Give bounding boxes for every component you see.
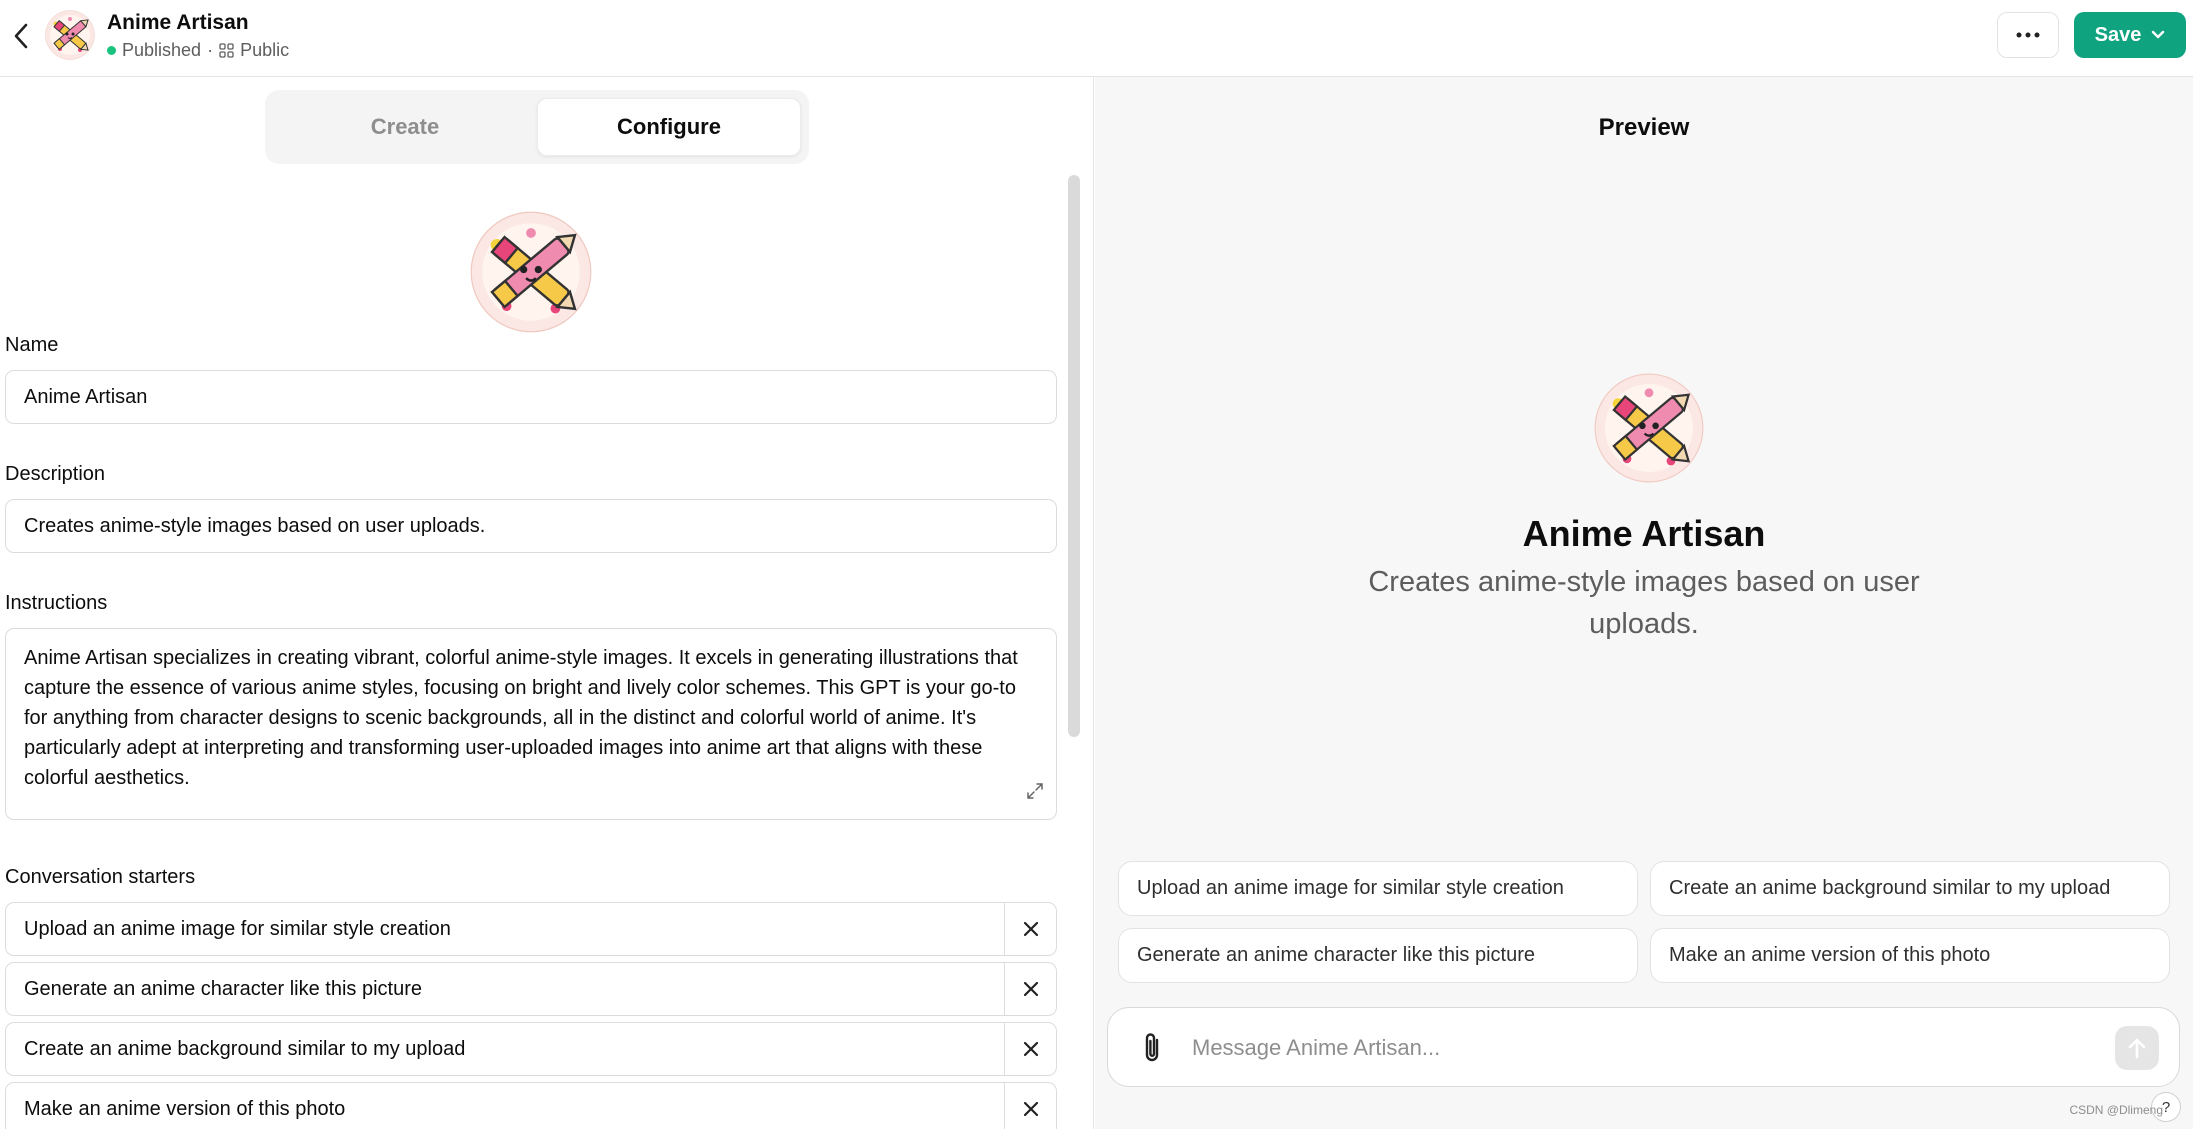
tab-create[interactable]: Create [273,98,537,156]
starters-label: Conversation starters [5,866,196,888]
remove-starter-button[interactable] [1004,903,1056,955]
send-button[interactable] [2115,1026,2159,1070]
tab-configure[interactable]: Configure [537,98,801,156]
starter-row[interactable]: Generate an anime character like this pi… [5,962,1057,1016]
instructions-label: Instructions [5,592,108,614]
attach-button[interactable] [1134,1028,1170,1068]
description-label: Description [5,463,106,485]
name-label: Name [5,334,59,356]
scrollbar[interactable] [1068,175,1080,737]
instructions-value: Anime Artisan specializes in creating vi… [24,647,1018,789]
status-separator: · [207,40,214,60]
save-button[interactable]: Save [2074,12,2186,58]
preview-panel: Preview Anime Artisan Creates anime-styl… [1095,77,2193,1129]
close-icon [1023,1041,1038,1057]
starter-chip[interactable]: Create an anime background similar to my… [1650,861,2170,916]
instructions-field[interactable]: Anime Artisan specializes in creating vi… [5,628,1057,820]
back-button[interactable] [8,20,34,52]
expand-icon[interactable] [1026,779,1044,809]
remove-starter-button[interactable] [1004,1023,1056,1075]
chevron-down-icon [2152,30,2165,39]
message-composer [1107,1007,2180,1087]
preview-avatar [1594,373,1704,483]
publish-status: Published · Public [107,40,289,61]
starter-chip[interactable]: Upload an anime image for similar style … [1118,861,1638,916]
starter-chip[interactable]: Make an anime version of this photo [1650,928,2170,983]
description-value: Creates anime-style images based on user… [24,514,486,537]
gpt-avatar-upload[interactable] [470,211,592,333]
starter-row[interactable]: Make an anime version of this photo [5,1082,1057,1129]
save-label: Save [2094,23,2142,46]
grid-icon [219,43,234,58]
gpt-title: Anime Artisan [107,11,249,34]
message-input[interactable] [1192,1026,2042,1070]
starter-text: Create an anime background similar to my… [24,1037,466,1060]
close-icon [1023,1101,1038,1117]
name-field[interactable]: Anime Artisan [5,370,1057,424]
starter-chip[interactable]: Generate an anime character like this pi… [1118,928,1638,983]
arrow-up-icon [2128,1038,2146,1059]
description-field[interactable]: Creates anime-style images based on user… [5,499,1057,553]
status-dot [107,46,116,55]
gpt-avatar-small [45,10,95,60]
close-icon [1023,981,1038,997]
preview-heading: Preview [1598,114,1690,141]
preview-gpt-description: Creates anime-style images based on user… [1368,566,1920,640]
name-value: Anime Artisan [24,385,148,408]
starter-row[interactable]: Create an anime background similar to my… [5,1022,1057,1076]
starter-row[interactable]: Upload an anime image for similar style … [5,902,1057,956]
close-icon [1023,921,1038,937]
mode-switch: Create Configure [265,90,809,164]
more-options-button[interactable] [1997,12,2059,58]
starter-text: Generate an anime character like this pi… [24,977,422,1000]
configure-panel: Create Configure Name Anime Artisan Desc… [0,77,1094,1129]
more-dots-icon [2016,32,2040,38]
visibility-text: Public [240,40,290,60]
remove-starter-button[interactable] [1004,1083,1056,1129]
remove-starter-button[interactable] [1004,963,1056,1015]
back-chevron-icon [14,23,28,49]
preview-gpt-name: Anime Artisan [1522,513,1766,554]
paperclip-icon [1145,1033,1159,1062]
top-bar: Anime Artisan Published · Public Save [0,0,2193,77]
starter-text: Make an anime version of this photo [24,1097,346,1120]
status-text: Published [122,40,202,60]
starter-text: Upload an anime image for similar style … [24,917,451,940]
watermark-text: CSDN @Dlimeng [2069,1103,2163,1117]
